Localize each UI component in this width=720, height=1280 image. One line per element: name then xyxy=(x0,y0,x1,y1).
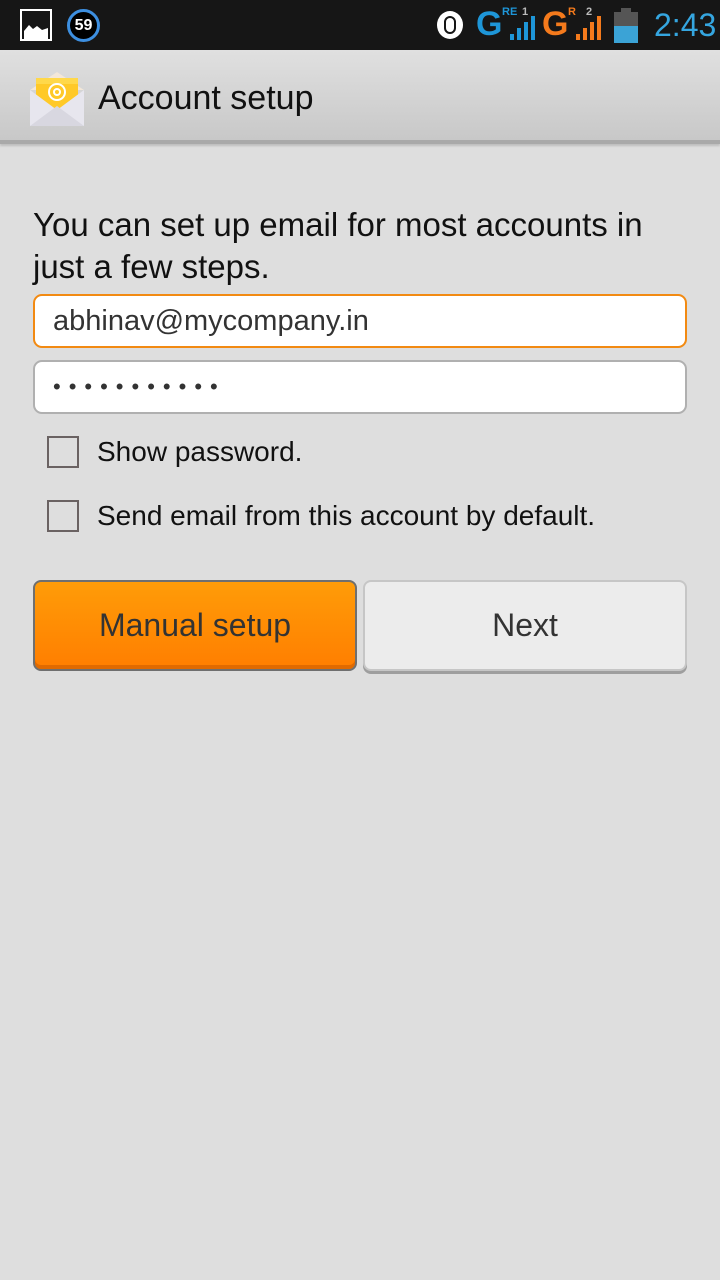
gallery-notification-icon xyxy=(20,9,52,41)
sim2-signal-icon: G R 2 xyxy=(542,4,604,44)
clock: 2:43 xyxy=(654,7,717,43)
show-password-checkbox[interactable] xyxy=(47,436,79,468)
password-input[interactable]: ••••••••••• xyxy=(33,360,687,414)
email-input-value: abhinav@mycompany.in xyxy=(53,304,369,337)
email-input[interactable]: abhinav@mycompany.in xyxy=(33,294,687,348)
default-account-option[interactable]: Send email from this account by default. xyxy=(47,496,595,536)
battery-icon xyxy=(614,8,638,43)
status-bar: 59 G RE 1 G R 2 2:43 xyxy=(0,0,720,50)
show-password-label: Show password. xyxy=(97,436,303,467)
default-account-label: Send email from this account by default. xyxy=(97,500,596,531)
default-account-checkbox[interactable] xyxy=(47,500,79,532)
action-bar: Account setup xyxy=(0,50,720,144)
data-sync-icon xyxy=(437,11,463,39)
manual-setup-button[interactable]: Manual setup xyxy=(33,580,357,671)
notification-count-badge: 59 xyxy=(67,9,100,42)
sim2-tags: R xyxy=(568,6,576,18)
show-password-option[interactable]: Show password. xyxy=(47,432,302,472)
sim1-network-type: G xyxy=(476,5,503,43)
intro-text: You can set up email for most accounts i… xyxy=(33,206,643,285)
sim2-network-type: G xyxy=(542,5,569,43)
battery-level-fill xyxy=(614,25,638,43)
password-input-value: ••••••••••• xyxy=(53,374,226,399)
email-envelope-icon[interactable] xyxy=(26,70,88,128)
sim1-signal-icon: G RE 1 xyxy=(476,4,538,44)
page-title: Account setup xyxy=(98,79,314,117)
next-button[interactable]: Next xyxy=(363,580,687,671)
